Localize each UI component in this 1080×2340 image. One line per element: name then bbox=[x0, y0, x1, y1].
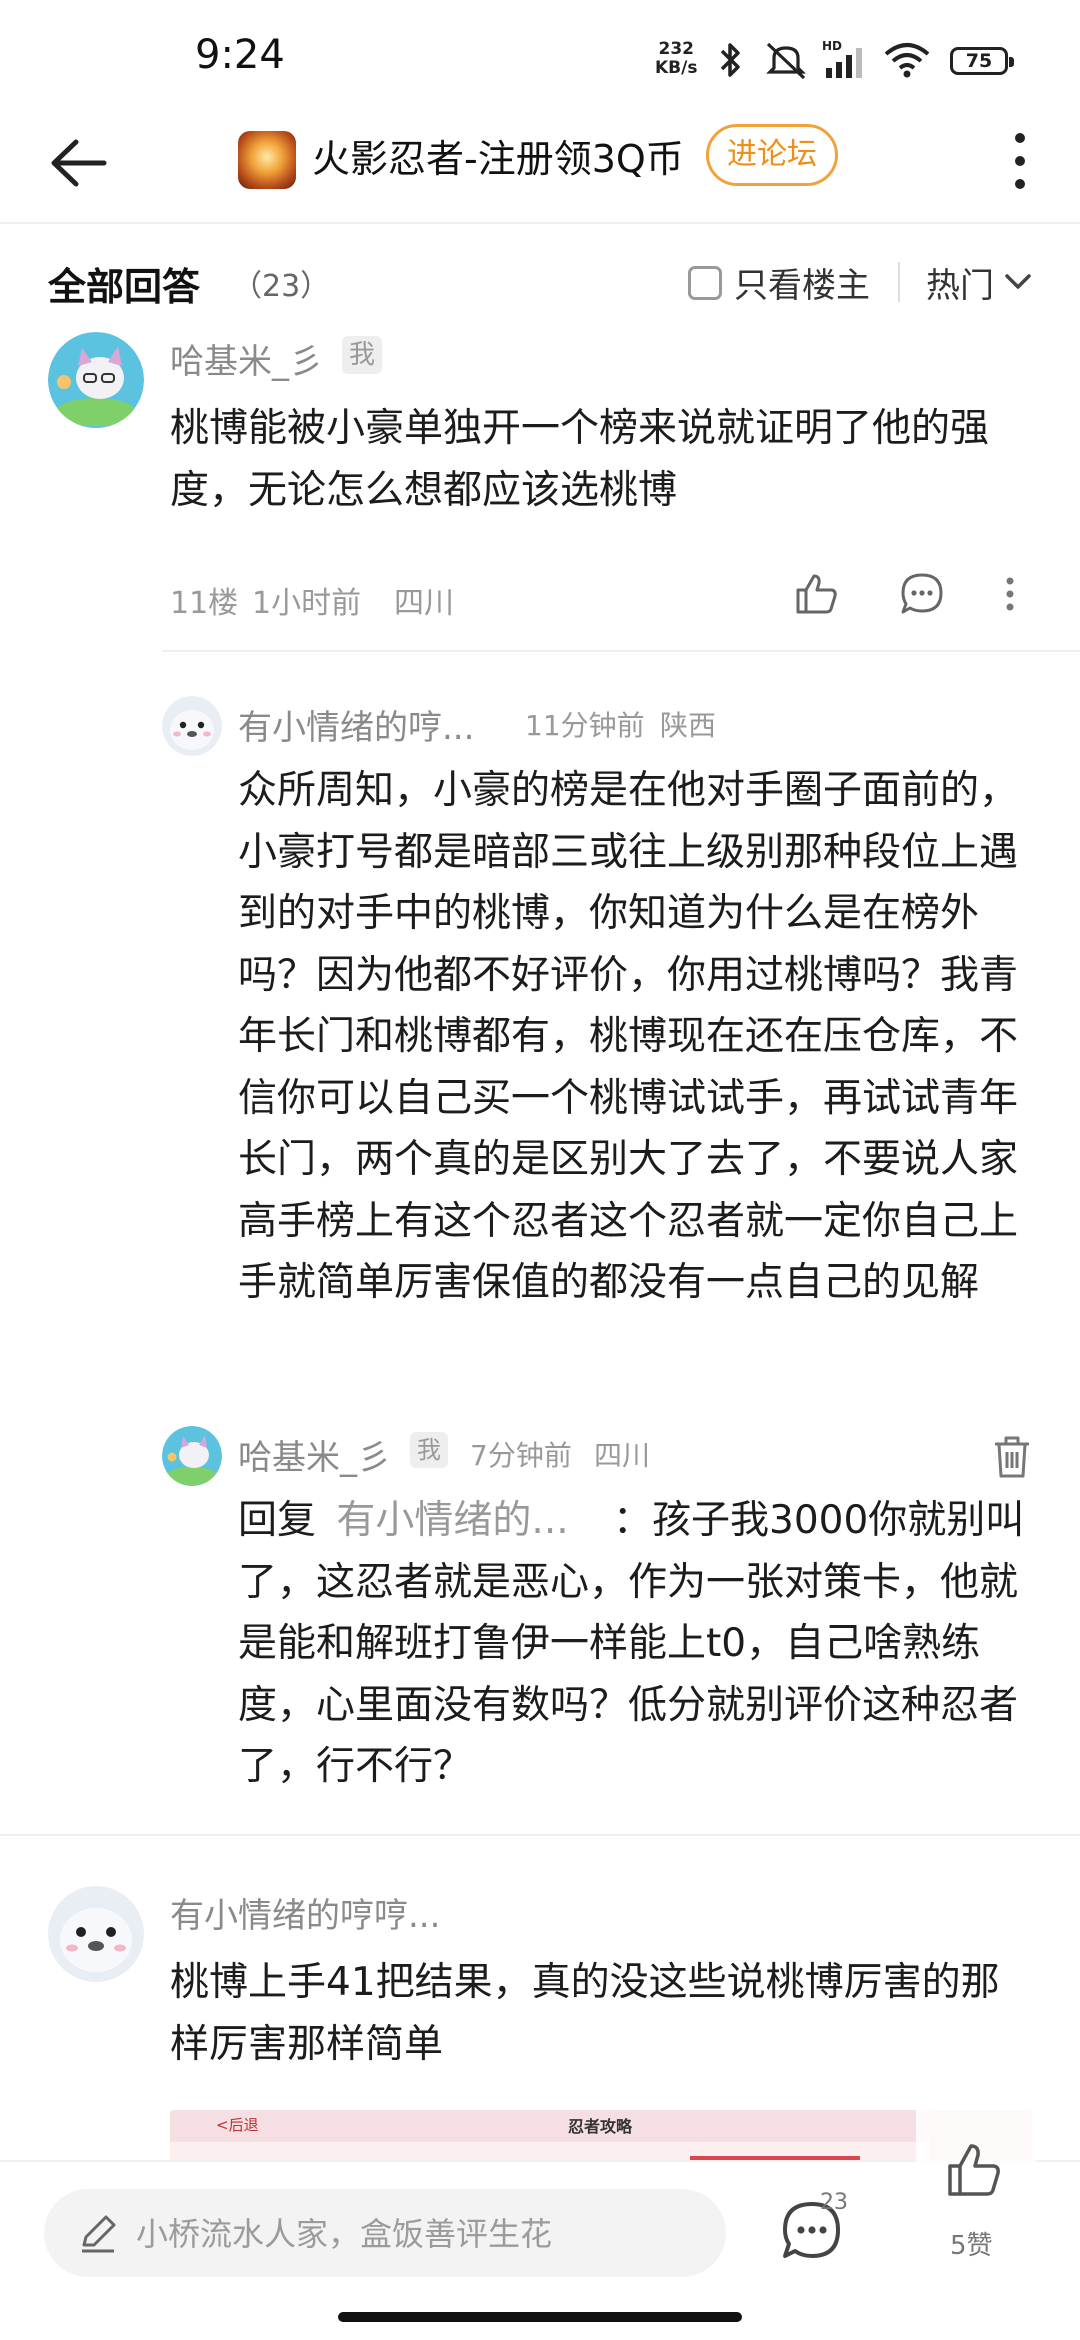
all-answers-title: 全部回答 bbox=[48, 265, 201, 309]
status-bar: 9:24 232 KB/s HD 75 bbox=[0, 0, 1080, 110]
bluetooth-icon bbox=[720, 43, 740, 77]
like-icon[interactable] bbox=[792, 570, 840, 618]
reply-author[interactable]: 哈基米_彡 bbox=[238, 1430, 391, 1479]
image-back-label: <后退 bbox=[216, 2116, 259, 2134]
divider bbox=[162, 650, 1080, 652]
back-arrow-icon[interactable] bbox=[42, 128, 112, 198]
reply-text-block: 回复 有小情绪的... ：孩子我3000你就别叫了，这忍者就是恶心，作为一张对策… bbox=[238, 1490, 1026, 1798]
only-op-checkbox[interactable] bbox=[688, 266, 722, 300]
comment-author[interactable]: 哈基米_彡 bbox=[170, 334, 323, 383]
reply-colon: ： bbox=[613, 1498, 653, 1543]
reply-author[interactable]: 有小情绪的哼... bbox=[238, 700, 474, 749]
reply-avatar[interactable] bbox=[162, 1426, 222, 1486]
reply-bubble-icon[interactable] bbox=[898, 570, 946, 618]
comment-time: 1小时前 bbox=[252, 586, 362, 621]
comment-floor: 11楼 bbox=[170, 586, 239, 621]
more-vertical-icon[interactable] bbox=[1000, 126, 1040, 196]
reply-avatar[interactable] bbox=[162, 696, 222, 756]
me-tag: 我 bbox=[410, 1432, 448, 1468]
chevron-down-icon[interactable] bbox=[1004, 270, 1032, 294]
comment-count-badge: 23 bbox=[820, 2190, 848, 2215]
likes-count: 5赞 bbox=[950, 2231, 993, 2261]
wifi-icon bbox=[884, 43, 930, 78]
comment-input[interactable] bbox=[134, 2189, 698, 2279]
answers-count: （23） bbox=[232, 269, 331, 304]
header-divider bbox=[898, 262, 900, 302]
game-thumbnail[interactable] bbox=[238, 131, 296, 189]
thumbs-up-icon[interactable] bbox=[942, 2138, 1006, 2202]
comment-text: 桃博能被小豪单独开一个榜来说就证明了他的强度，无论怎么想都应该选桃博 bbox=[170, 406, 990, 513]
reply-location: 四川 bbox=[594, 1439, 651, 1472]
battery-icon: 75 bbox=[950, 47, 1014, 75]
me-tag: 我 bbox=[342, 336, 382, 374]
reply-text: 众所周知，小豪的榜是在他对手圈子面前的，小豪打号都是暗部三或往上级别那种段位上遇… bbox=[238, 768, 1019, 1305]
nav-bar: 火影忍者-注册领3Q币 进论坛 bbox=[0, 110, 1080, 220]
net-speed-value: 232 bbox=[658, 39, 694, 59]
status-time: 9:24 bbox=[195, 32, 285, 78]
only-op-label[interactable]: 只看楼主 bbox=[734, 258, 870, 307]
svg-text:HD: HD bbox=[822, 39, 842, 53]
reply-time: 7分钟前 bbox=[470, 1439, 572, 1472]
reply-prefix: 回复 bbox=[238, 1498, 317, 1543]
more-options-icon[interactable] bbox=[998, 570, 1022, 618]
enter-forum-button[interactable]: 进论坛 bbox=[706, 124, 838, 186]
delete-icon[interactable] bbox=[990, 1434, 1034, 1480]
signal-icon: HD bbox=[822, 39, 862, 78]
image-title: 忍者攻略 bbox=[568, 2117, 633, 2136]
avatar[interactable] bbox=[48, 1886, 144, 1982]
home-indicator[interactable] bbox=[338, 2312, 742, 2322]
comment-input-pill[interactable] bbox=[44, 2189, 726, 2279]
comment-location: 四川 bbox=[394, 586, 454, 621]
net-speed: 232 KB/s bbox=[655, 40, 697, 78]
reply-to-user[interactable]: 有小情绪的... bbox=[336, 1498, 568, 1543]
reply-time: 11分钟前 bbox=[525, 709, 645, 742]
page-title[interactable]: 火影忍者-注册领3Q币 bbox=[312, 130, 684, 188]
sort-dropdown[interactable]: 热门 bbox=[926, 258, 994, 307]
pen-icon bbox=[82, 2215, 116, 2253]
reply-location: 陕西 bbox=[660, 709, 717, 742]
comment-author[interactable]: 有小情绪的哼哼... bbox=[170, 1888, 440, 1937]
mute-icon bbox=[766, 42, 806, 80]
answers-header: 全部回答 （23） 只看楼主 热门 bbox=[0, 222, 1080, 342]
comment-text: 桃博上手41把结果，真的没这些说桃博厉害的那样厉害那样简单 bbox=[170, 1960, 1000, 2067]
net-speed-unit: KB/s bbox=[655, 58, 698, 78]
avatar[interactable] bbox=[48, 332, 144, 428]
divider bbox=[0, 1834, 1080, 1836]
